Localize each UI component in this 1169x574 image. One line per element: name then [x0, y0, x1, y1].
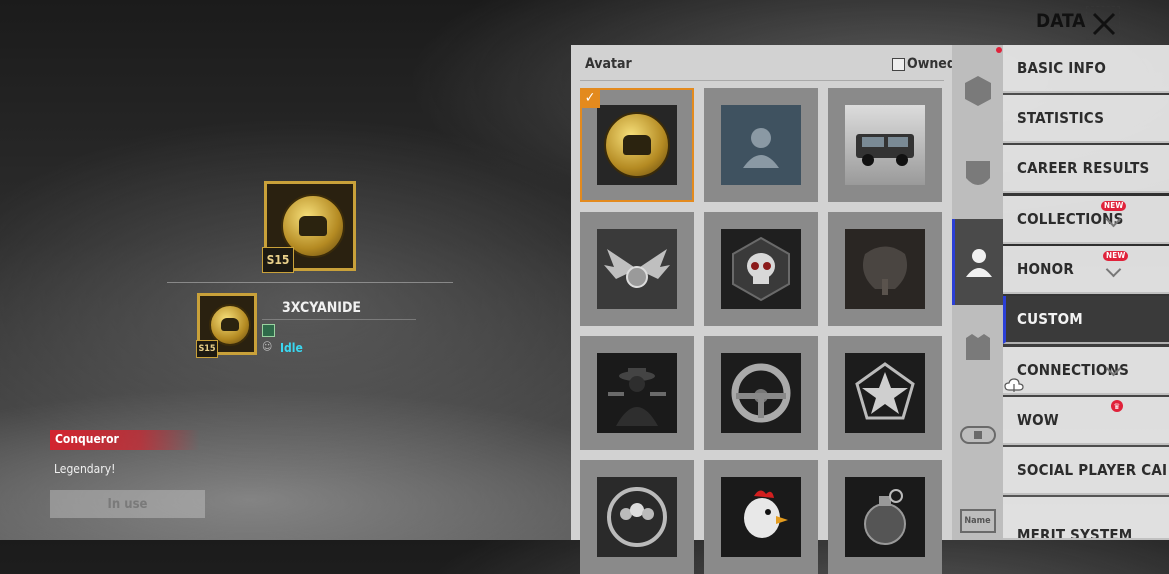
new-badge: NEW — [1101, 201, 1127, 211]
rank-emblem-icon — [262, 324, 275, 337]
panel-title: Avatar — [585, 56, 632, 72]
menu-item-merit-system[interactable]: MERIT SYSTEM — [1003, 497, 1169, 540]
season-badge-small: S15 — [196, 340, 218, 358]
crown-badge-icon: ♛ — [1111, 400, 1123, 412]
star-medal-icon — [855, 362, 915, 420]
name-tag-icon: Name — [959, 509, 996, 533]
category-tab-frame-alt[interactable] — [952, 324, 1003, 372]
menu-item-social-player-card[interactable]: SOCIAL PLAYER CAI — [1003, 447, 1169, 495]
cloud-sync-icon[interactable] — [1004, 377, 1024, 393]
avatar-tile[interactable]: ✓ — [580, 88, 694, 202]
friends-icon: ☺ — [262, 340, 273, 353]
winged-emblem-icon — [604, 249, 670, 288]
title-subtitle: Legendary! — [54, 462, 116, 476]
avatar-tile[interactable] — [704, 336, 818, 450]
default-person-icon — [743, 128, 779, 168]
avatar-tile[interactable] — [580, 212, 694, 326]
team-crest-icon — [607, 487, 667, 547]
avatar-tile[interactable] — [828, 212, 942, 326]
page-title: DATA — [1036, 10, 1086, 32]
shield-icon — [965, 161, 990, 185]
notification-dot — [996, 47, 1002, 53]
category-tab-frame[interactable] — [952, 67, 1003, 115]
category-tab-shield[interactable] — [952, 151, 1003, 199]
hexagon-frame-icon — [964, 76, 991, 106]
avatar-tile[interactable] — [580, 460, 694, 574]
avatar-tile[interactable] — [704, 88, 818, 202]
new-badge: NEW — [1103, 251, 1129, 261]
avatar-tile[interactable] — [828, 88, 942, 202]
in-use-label: In use — [107, 496, 148, 512]
steering-wheel-icon — [731, 363, 791, 423]
player-name: 3XCYANIDE — [282, 300, 362, 316]
category-tab-name-tag[interactable]: Name — [952, 497, 1003, 545]
rank-title: Conqueror — [55, 432, 119, 446]
menu-item-honor[interactable]: HONOR NEW — [1003, 246, 1169, 294]
player-status: Idle — [280, 341, 303, 355]
avatar-tile[interactable] — [828, 460, 942, 574]
avatar-tile[interactable] — [704, 212, 818, 326]
menu-item-statistics[interactable]: STATISTICS — [1003, 95, 1169, 143]
menu-item-career-results[interactable]: CAREER RESULTS — [1003, 145, 1169, 193]
gunslinger-icon — [608, 368, 666, 426]
category-tab-nameplate[interactable] — [952, 411, 1003, 459]
chevron-down-icon — [1105, 261, 1122, 278]
menu-item-connections[interactable]: CONNECTIONS — [1003, 347, 1169, 395]
person-icon — [966, 249, 992, 277]
skull-emblem-icon — [732, 236, 790, 302]
grenade-icon — [864, 489, 906, 545]
avatar-tile[interactable] — [580, 336, 694, 450]
panel-divider — [580, 80, 944, 81]
pubg-helmet-medal-icon — [604, 112, 670, 178]
in-use-button[interactable]: In use — [50, 490, 205, 518]
avatar-tile[interactable] — [704, 460, 818, 574]
menu-item-wow[interactable]: WOW ♛ — [1003, 397, 1169, 445]
tree-emblem-icon — [862, 246, 908, 295]
selected-check-icon: ✓ — [580, 88, 600, 108]
rooster-icon — [744, 490, 788, 538]
avatar-panel: Avatar Owned ✓ — [571, 45, 956, 574]
menu-item-basic-info[interactable]: BASIC INFO — [1003, 45, 1169, 93]
close-button[interactable] — [1086, 6, 1120, 40]
divider — [167, 282, 453, 283]
season-badge-large: S15 — [262, 247, 294, 273]
menu-item-custom[interactable]: CUSTOM — [1003, 296, 1169, 344]
category-icon-column: Name — [952, 45, 1003, 540]
category-tab-avatar[interactable] — [952, 219, 1003, 305]
owned-checkbox[interactable] — [892, 57, 905, 71]
menu-item-collections[interactable]: COLLECTIONS NEW — [1003, 196, 1169, 244]
frame-icon — [965, 334, 990, 360]
avatar-tile[interactable] — [828, 336, 942, 450]
name-underline — [262, 319, 416, 320]
close-icon — [1092, 12, 1116, 36]
suv-car-icon — [856, 134, 914, 166]
owned-label: Owned — [907, 56, 956, 72]
nameplate-icon — [959, 426, 996, 444]
owned-filter[interactable]: Owned — [892, 56, 956, 72]
rank-title-bar: Conqueror — [50, 430, 200, 450]
